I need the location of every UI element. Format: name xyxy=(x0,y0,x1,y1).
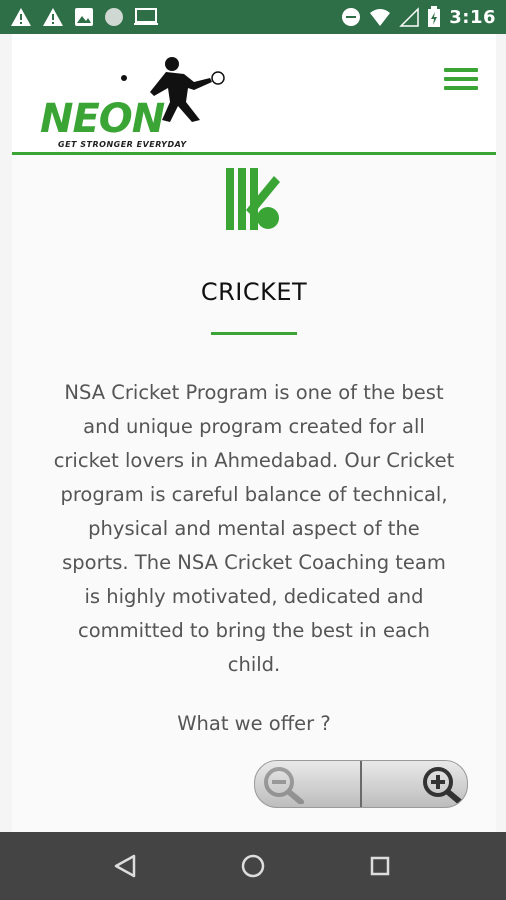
warning-icon xyxy=(11,8,31,26)
notification-icons xyxy=(10,7,158,27)
back-triangle-icon[interactable] xyxy=(110,850,142,882)
zoom-in-button[interactable] xyxy=(362,761,467,807)
zoom-control xyxy=(254,760,468,808)
circle-icon xyxy=(105,8,123,26)
status-bar: 3:16 xyxy=(0,0,506,34)
zoom-out-icon xyxy=(264,767,304,804)
offer-heading: What we offer ? xyxy=(177,712,331,735)
recents-square-icon[interactable] xyxy=(364,850,396,882)
screen-cast-icon xyxy=(134,8,158,25)
home-circle-icon[interactable] xyxy=(237,850,269,882)
image-icon xyxy=(75,8,93,26)
wifi-icon xyxy=(370,9,391,26)
signal-icon xyxy=(399,7,419,27)
title-underline xyxy=(211,332,297,335)
header-divider xyxy=(12,152,496,155)
navigation-bar xyxy=(0,832,506,900)
hamburger-menu-icon[interactable] xyxy=(444,68,478,94)
zoom-in-icon xyxy=(423,767,463,804)
zoom-out-button[interactable] xyxy=(255,761,360,807)
do-not-disturb-icon xyxy=(342,8,361,26)
system-icons: 3:16 xyxy=(341,6,496,28)
status-time: 3:16 xyxy=(449,6,496,28)
web-page: NEON GET STRONGER EVERYDAY CRICKET NSA C… xyxy=(12,34,496,832)
warning-icon xyxy=(43,8,63,26)
battery-icon xyxy=(428,6,441,27)
logo-text: NEON xyxy=(40,96,165,142)
neon-logo[interactable]: NEON GET STRONGER EVERYDAY xyxy=(34,54,266,149)
site-header: NEON GET STRONGER EVERYDAY xyxy=(12,34,496,152)
cricket-stumps-icon xyxy=(226,168,280,230)
logo-tagline: GET STRONGER EVERYDAY xyxy=(58,140,187,149)
program-description: NSA Cricket Program is one of the best a… xyxy=(53,381,455,676)
page-title: CRICKET xyxy=(200,278,308,306)
